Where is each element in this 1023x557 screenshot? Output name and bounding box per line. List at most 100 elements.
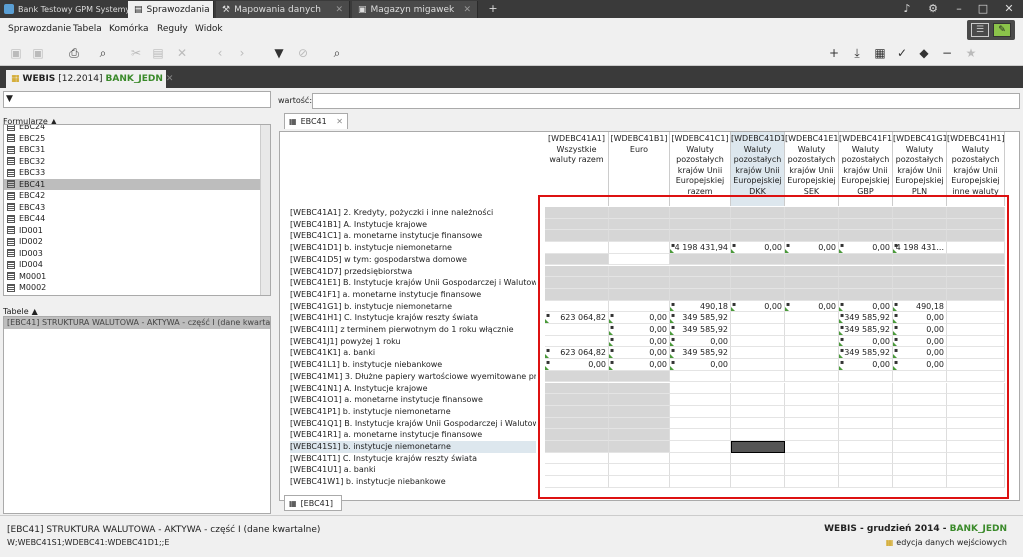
table-cell[interactable] (731, 405, 785, 418)
star-icon[interactable]: ★ (963, 45, 979, 61)
table-cell[interactable] (609, 441, 670, 453)
preview-icon[interactable]: ⌕ (95, 45, 111, 61)
table-cell[interactable]: ▪ 4 198 431... (893, 242, 947, 254)
table-cell[interactable] (893, 253, 947, 266)
table-cell[interactable] (731, 464, 785, 477)
table-cell[interactable] (670, 417, 731, 430)
table-cell[interactable] (609, 417, 670, 430)
filter-icon[interactable]: ▼ (271, 45, 287, 61)
table-cell[interactable]: ▪ 4 198 431,94 (670, 242, 731, 254)
find-icon[interactable]: ⌕ (329, 45, 345, 61)
table-cell[interactable] (785, 476, 839, 488)
table-cell[interactable] (731, 382, 785, 395)
table-cell[interactable] (785, 253, 839, 266)
form-item[interactable]: EBC31 (4, 144, 270, 156)
prev-icon[interactable]: ‹ (212, 45, 228, 61)
table-cell[interactable] (670, 253, 731, 266)
table-cell[interactable]: ▪ 0,00 (609, 324, 670, 336)
tab-sprawozdania[interactable]: ▤ Sprawozdania (128, 1, 214, 18)
form-item[interactable]: M0001 (4, 271, 270, 283)
table-cell[interactable] (785, 277, 839, 289)
column-header[interactable]: [WDEBC41E1] Waluty pozostałych krajów Un… (785, 132, 839, 206)
table-cell[interactable] (670, 429, 731, 441)
form-item[interactable]: ID003 (4, 248, 270, 260)
menu-komorka[interactable]: Komórka (109, 24, 149, 34)
table-cell[interactable] (947, 476, 1005, 488)
calculator-icon[interactable]: ▦ (872, 45, 888, 61)
remove-icon[interactable]: − (939, 45, 955, 61)
scrollbar[interactable] (260, 125, 270, 295)
table-cell[interactable] (893, 429, 947, 441)
close-window-icon[interactable]: ✕ (1002, 2, 1016, 16)
table-cell[interactable] (545, 405, 609, 418)
table-cell[interactable] (785, 394, 839, 406)
table-cell[interactable] (731, 335, 785, 348)
table-cell[interactable] (609, 288, 670, 301)
table-cell[interactable]: ▪ 623 064,82 (545, 347, 609, 360)
form-item[interactable]: ID004 (4, 259, 270, 271)
table-cell[interactable] (731, 394, 785, 406)
view-toggle[interactable]: ☰ ✎ (967, 20, 1015, 40)
table-cell[interactable] (731, 347, 785, 360)
close-icon[interactable]: ✕ (166, 74, 174, 84)
table-cell[interactable] (893, 230, 947, 243)
table-cell[interactable] (947, 441, 1005, 453)
table-cell[interactable]: ▪ 349 585,92 (839, 312, 893, 324)
filter-input[interactable]: ▼ (3, 91, 271, 108)
table-cell[interactable] (893, 394, 947, 406)
close-icon[interactable]: ✕ (463, 5, 471, 15)
table-cell[interactable]: ▪ 0,00 (893, 324, 947, 336)
table-cell[interactable] (609, 230, 670, 243)
table-cell[interactable] (545, 382, 609, 395)
table-cell[interactable] (609, 300, 670, 313)
table-cell[interactable] (947, 242, 1005, 254)
value-input[interactable] (312, 93, 1020, 109)
table-cell[interactable] (947, 218, 1005, 231)
table-cell[interactable] (893, 218, 947, 231)
table-cell[interactable]: ▪ 0,00 (731, 300, 785, 313)
table-cell[interactable] (893, 417, 947, 430)
table-cell[interactable] (785, 429, 839, 441)
table-cell[interactable] (785, 335, 839, 348)
table-cell[interactable] (893, 476, 947, 488)
column-header[interactable]: [WDEBC41D1] Waluty pozostałych krajów Un… (731, 132, 785, 206)
table-cell[interactable] (670, 382, 731, 395)
table-cell[interactable]: ▪ 623 064,82 (545, 312, 609, 324)
download-icon[interactable]: ⤓ (849, 45, 865, 61)
table-cell[interactable] (893, 370, 947, 383)
table-cell[interactable] (785, 370, 839, 383)
table-cell[interactable]: ▪ 349 585,92 (670, 324, 731, 336)
table-cell[interactable] (947, 277, 1005, 289)
table-cell[interactable] (785, 405, 839, 418)
table-cell[interactable]: ▪ 0,00 (839, 359, 893, 371)
table-cell[interactable]: ▪ 349 585,92 (670, 347, 731, 360)
table-cell[interactable] (893, 277, 947, 289)
clear-filter-icon[interactable]: ⊘ (295, 45, 311, 61)
table-cell[interactable] (670, 218, 731, 231)
table-cell[interactable] (785, 359, 839, 371)
table-cell[interactable] (785, 207, 839, 219)
table-cell[interactable] (947, 335, 1005, 348)
table-cell[interactable]: ▪ 0,00 (839, 335, 893, 348)
form-item[interactable]: EBC32 (4, 156, 270, 168)
table-cell[interactable] (893, 207, 947, 219)
form-item[interactable]: EBC25 (4, 133, 270, 145)
forms-list[interactable]: EBC24 EBC25 EBC31 EBC32 EBC33 EBC41 EBC42 EBC43… (3, 124, 271, 296)
table-cell[interactable] (609, 464, 670, 477)
table-cell[interactable] (731, 359, 785, 371)
table-cell[interactable] (670, 288, 731, 301)
table-cell[interactable] (785, 441, 839, 453)
table-cell[interactable]: ▪ 349 585,92 (839, 347, 893, 360)
table-cell[interactable]: ▪ 0,00 (609, 347, 670, 360)
table-cell[interactable]: ▪ 349 585,92 (670, 312, 731, 324)
paste-icon[interactable]: ▤ (150, 45, 166, 61)
table-cell[interactable] (893, 405, 947, 418)
table-cell[interactable] (545, 417, 609, 430)
tag-icon[interactable]: ◆ (916, 45, 932, 61)
table-cell[interactable] (731, 417, 785, 430)
form-item[interactable]: ID002 (4, 236, 270, 248)
table-cell[interactable] (785, 417, 839, 430)
table-cell[interactable] (545, 265, 609, 278)
table-cell[interactable] (670, 394, 731, 406)
table-cell[interactable]: ▪ 490,18 (670, 300, 731, 313)
